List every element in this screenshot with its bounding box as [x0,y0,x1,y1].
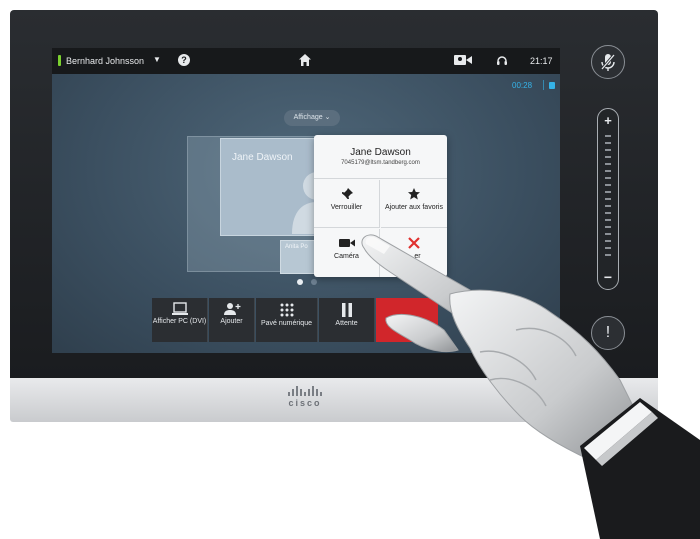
layout-button[interactable]: Affichage ⌄ [284,110,340,126]
show-pc-label: Afficher PC (DVI) [152,318,207,325]
microphone-muted-icon [600,54,616,71]
help-icon[interactable]: ? [178,54,190,66]
camera-status-icon[interactable] [454,54,472,66]
presence-indicator [58,55,61,66]
keypad-label: Pavé numérique [261,320,312,327]
keypad-button[interactable]: Pavé numérique [256,298,318,342]
show-pc-button[interactable]: Afficher PC (DVI) [152,298,208,342]
clock: 21:17 [530,56,553,66]
page-dot[interactable] [311,279,317,285]
page-dot-active[interactable] [297,279,303,285]
star-icon [408,188,420,200]
laptop-icon [171,302,188,315]
popup-participant-name: Jane Dawson [350,147,411,158]
home-icon[interactable] [298,53,312,67]
status-bar: Bernhard Johnsson ▼ ? 21:17 [52,48,560,74]
add-participant-button[interactable]: Ajouter [209,298,255,342]
add-participant-label: Ajouter [220,318,243,325]
lock-label: Verrouiller [330,204,363,211]
keypad-icon [280,303,293,317]
volume-up-button[interactable]: + [598,113,618,128]
pointing-hand-image [361,234,700,539]
cisco-bars-icon [280,384,330,396]
popup-participant-address: 7045179@ltsm.tandberg.com [341,160,420,166]
user-name[interactable]: Bernhard Johnsson [66,56,144,66]
user-menu-caret-icon[interactable]: ▼ [153,55,161,64]
add-person-icon [223,303,240,315]
divider [543,80,544,90]
call-duration: 00:28 [512,81,533,90]
encryption-lock-icon [549,82,555,89]
cisco-logo: cisco [280,384,330,414]
participant-name: Jane Dawson [232,152,293,163]
pin-icon [340,188,353,200]
cisco-wordmark: cisco [288,398,322,408]
microphone-mute-button[interactable] [591,45,625,79]
add-favorite-label: Ajouter aux favoris [385,204,443,211]
headset-icon[interactable] [496,54,508,66]
popup-header: Jane Dawson 7045179@ltsm.tandberg.com [314,135,447,179]
self-view-label: Anita Po [285,244,308,250]
